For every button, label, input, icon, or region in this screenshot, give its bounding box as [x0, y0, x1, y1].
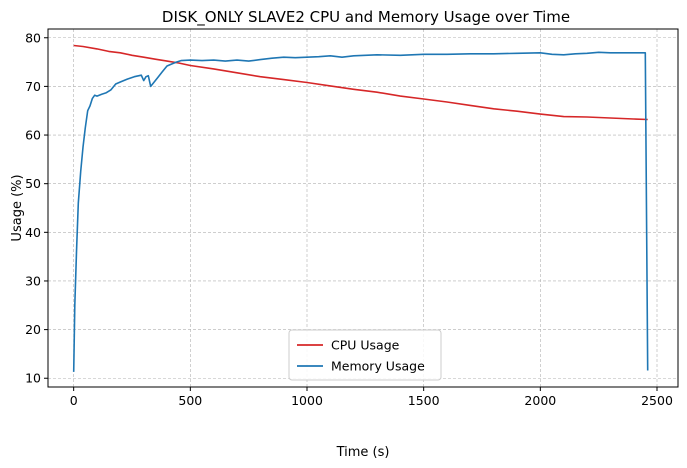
chart-title: DISK_ONLY SLAVE2 CPU and Memory Usage ov…: [162, 8, 570, 27]
x-axis-label: Time (s): [336, 445, 390, 460]
y-tick-label: 10: [25, 371, 41, 386]
y-tick-label: 40: [25, 225, 41, 240]
y-tick-label: 70: [25, 79, 41, 94]
legend-label-memory-usage: Memory Usage: [331, 359, 425, 374]
y-tick-label: 60: [25, 128, 41, 143]
x-tick-label: 500: [178, 393, 202, 408]
chart-background: [0, 0, 687, 468]
x-tick-label: 2000: [524, 393, 556, 408]
y-tick-label: 80: [25, 30, 41, 45]
chart: DISK_ONLY SLAVE2 CPU and Memory Usage ov…: [0, 0, 687, 468]
y-tick-label: 30: [25, 273, 41, 288]
legend-label-cpu-usage: CPU Usage: [331, 338, 400, 353]
legend: CPU Usage Memory Usage: [288, 329, 442, 381]
x-tick-label: 1000: [291, 393, 323, 408]
y-tick-label: 20: [25, 322, 41, 337]
x-tick-label: 2500: [641, 393, 673, 408]
y-axis-label: Usage (%): [10, 174, 25, 241]
y-tick-label: 50: [25, 176, 41, 191]
x-tick-label: 1500: [408, 393, 440, 408]
x-tick-label: 0: [70, 393, 78, 408]
